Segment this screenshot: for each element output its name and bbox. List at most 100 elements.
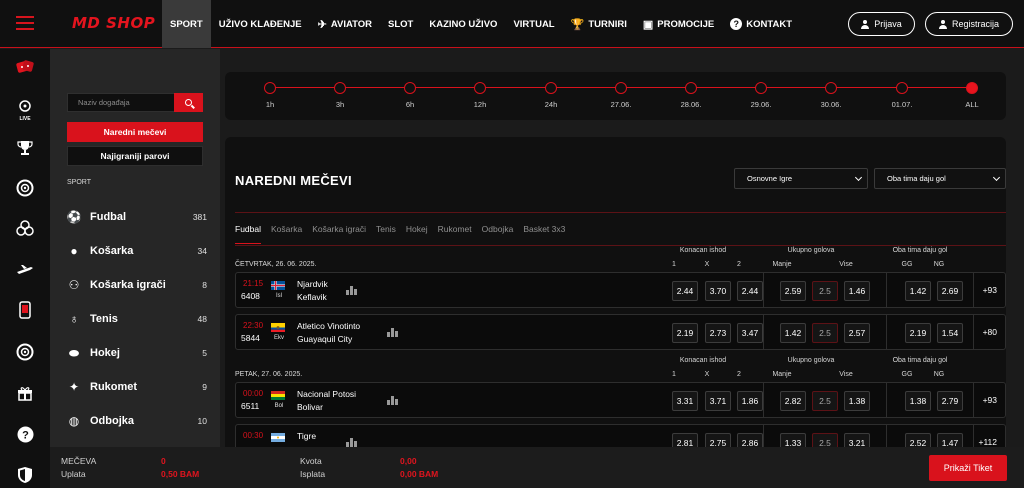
shield-icon[interactable] [15, 465, 35, 485]
odds-button[interactable]: 2.19 [905, 323, 931, 343]
timeline-label[interactable]: 30.06. [811, 100, 851, 109]
market-select[interactable]: Osnovne Igre [734, 168, 868, 189]
nav-item-2[interactable]: ✈ AVIATOR [310, 0, 380, 48]
nav-item-7[interactable]: ▣ PROMOCIJE [635, 0, 722, 48]
logo[interactable]: MD SHOP [72, 14, 155, 32]
odds-button[interactable]: 2.57 [844, 323, 870, 343]
trophy-icon[interactable] [15, 138, 35, 158]
odds-button[interactable]: 3.70 [705, 281, 731, 301]
nav-item-1[interactable]: UŽIVO KLAĐENJE [211, 0, 310, 48]
timeline-point[interactable] [825, 82, 837, 94]
odds-button[interactable]: 1.46 [844, 281, 870, 301]
menu-icon[interactable] [16, 16, 34, 30]
timeline-label[interactable]: 24h [531, 100, 571, 109]
nav-item-4[interactable]: KAZINO UŽIVO [421, 0, 505, 48]
odds-button[interactable]: 2.52 [905, 433, 931, 447]
timeline-label[interactable]: 27.06. [601, 100, 641, 109]
tab-6[interactable]: Odbojka [482, 224, 514, 244]
most-played-button[interactable]: Najigraniji parovi [67, 146, 203, 166]
stats-icon[interactable] [346, 285, 357, 295]
timeline-label[interactable]: ALL [952, 100, 992, 109]
odds-button[interactable]: 1.42 [780, 323, 806, 343]
tab-0[interactable]: Fudbal [235, 224, 261, 244]
odds-button[interactable]: 2.82 [780, 391, 806, 411]
sidebar-item-tenis[interactable]: ♁ Tenis 48 [67, 302, 208, 336]
match-row[interactable]: 21:15 6408 Isl Njardvik Keflavik 2.44 3.70 2.44… [235, 272, 1006, 308]
roulette-icon[interactable] [15, 342, 35, 362]
tab-5[interactable]: Rukomet [438, 224, 472, 244]
sidebar-item-rukomet[interactable]: ✦ Rukomet 9 [67, 370, 207, 404]
timeline-point[interactable] [755, 82, 767, 94]
odds-button[interactable]: 1.38 [844, 391, 870, 411]
roulette-icon[interactable] [15, 178, 35, 198]
timeline-label[interactable]: 28.06. [671, 100, 711, 109]
odds-button[interactable]: 2.44 [737, 281, 763, 301]
timeline-label[interactable]: 12h [460, 100, 500, 109]
stats-icon[interactable] [387, 395, 398, 405]
timeline-point[interactable] [545, 82, 557, 94]
sidebar-item-ko-arka-igra-i[interactable]: ⚇ Košarka igrači 8 [67, 268, 207, 302]
odds-button[interactable]: 1.86 [737, 391, 763, 411]
odds-button[interactable]: 2.73 [705, 323, 731, 343]
odds-button[interactable]: 1.47 [937, 433, 963, 447]
odds-button[interactable]: 3.71 [705, 391, 731, 411]
more-markets-button[interactable]: +80 [983, 327, 997, 337]
odds-button[interactable]: 2.86 [737, 433, 763, 447]
odds-button[interactable]: 2.59 [780, 281, 806, 301]
secondary-market-select[interactable]: Oba tima daju gol [874, 168, 1006, 189]
timeline-point[interactable] [966, 82, 978, 94]
timeline-point[interactable] [264, 82, 276, 94]
gift-icon[interactable] [15, 383, 35, 403]
odds-button[interactable]: 3.21 [844, 433, 870, 447]
odds-button[interactable]: 1.54 [937, 323, 963, 343]
help-icon[interactable]: ? [15, 424, 35, 444]
tab-7[interactable]: Basket 3x3 [523, 224, 565, 244]
timeline-point[interactable] [334, 82, 346, 94]
odds-button[interactable]: 1.42 [905, 281, 931, 301]
match-row[interactable]: 00:30 Tigre 2.81 2.75 2.86 1.33 2.5 3.21 2.52 1.4… [235, 424, 1006, 447]
odds-button[interactable]: 2.19 [672, 323, 698, 343]
tab-1[interactable]: Košarka [271, 224, 302, 244]
odds-button[interactable]: 3.31 [672, 391, 698, 411]
nav-item-6[interactable]: 🏆 TURNIRI [563, 0, 635, 48]
nav-item-3[interactable]: SLOT [380, 0, 421, 48]
register-button[interactable]: Registracija [925, 12, 1013, 36]
show-ticket-button[interactable]: Prikaži Tiket [929, 455, 1007, 481]
nav-item-8[interactable]: ? KONTAKT [722, 0, 800, 48]
sidebar-item-odbojka[interactable]: ◍ Odbojka 10 [67, 404, 207, 438]
tab-4[interactable]: Hokej [406, 224, 428, 244]
timeline-label[interactable]: 3h [320, 100, 360, 109]
nav-item-0[interactable]: SPORT [162, 0, 211, 48]
timeline-point[interactable] [615, 82, 627, 94]
sidebar-item-ko-arka[interactable]: ● Košarka 34 [67, 234, 207, 268]
event-search-input[interactable] [68, 94, 175, 111]
search-button[interactable] [174, 93, 203, 112]
timeline-label[interactable]: 01.07. [882, 100, 922, 109]
odds-button[interactable]: 2.75 [705, 433, 731, 447]
odds-button[interactable]: 2.81 [672, 433, 698, 447]
timeline-label[interactable]: 1h [250, 100, 290, 109]
stats-icon[interactable] [387, 327, 398, 337]
timeline-point[interactable] [685, 82, 697, 94]
odds-button[interactable]: 2.69 [937, 281, 963, 301]
odds-button[interactable]: 1.38 [905, 391, 931, 411]
sidebar-item-hokej[interactable]: ⬬ Hokej 5 [67, 336, 207, 370]
dice-icon[interactable] [15, 57, 35, 77]
plane-icon[interactable] [15, 259, 35, 279]
sidebar-item-fudbal[interactable]: ⚽ Fudbal 381 [67, 200, 207, 234]
stats-icon[interactable] [346, 437, 357, 447]
live-casino-icon[interactable]: LIVE [15, 97, 35, 122]
match-row[interactable]: 22:30 5844 Ekv Atletico Vinotinto Guayaquil … [235, 314, 1006, 350]
timeline-point[interactable] [404, 82, 416, 94]
login-button[interactable]: Prijava [848, 12, 915, 36]
odds-button[interactable]: 2.79 [937, 391, 963, 411]
upcoming-matches-button[interactable]: Naredni mečevi [67, 122, 203, 142]
nav-item-5[interactable]: VIRTUAL [505, 0, 562, 48]
timeline-label[interactable]: 29.06. [741, 100, 781, 109]
payment-value[interactable]: 0,50 BAM [161, 469, 199, 479]
timeline-label[interactable]: 6h [390, 100, 430, 109]
timeline-point[interactable] [896, 82, 908, 94]
odds-button[interactable]: 1.33 [780, 433, 806, 447]
more-markets-button[interactable]: +112 [978, 437, 997, 447]
more-markets-button[interactable]: +93 [983, 395, 997, 405]
